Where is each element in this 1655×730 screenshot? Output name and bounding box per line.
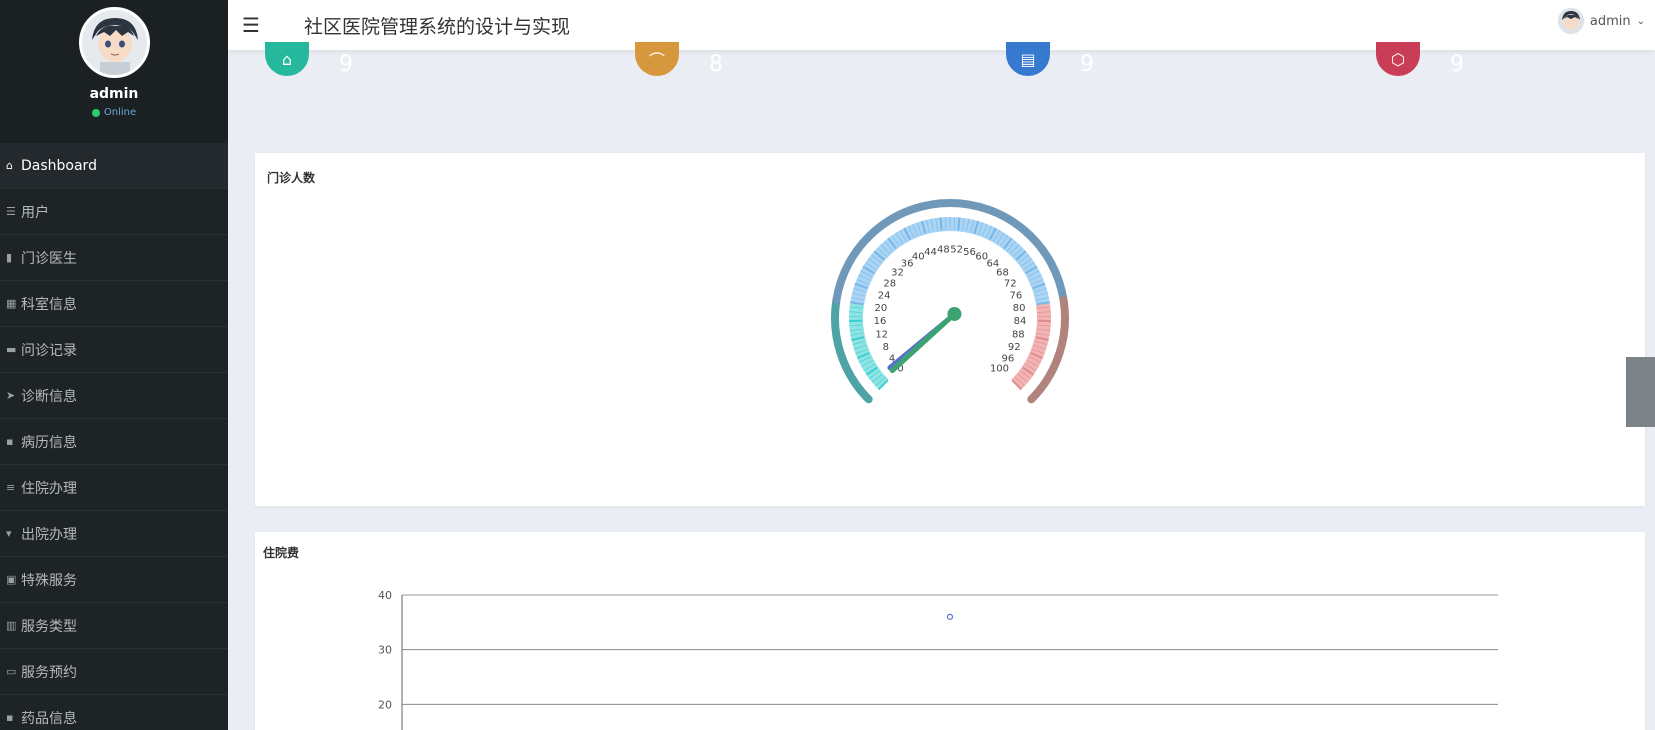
send-icon: ➤ (6, 389, 16, 402)
sidebar-item-1[interactable]: ☰ 用户 (0, 189, 228, 235)
y-tick-label: 20 (378, 698, 392, 711)
sidebar-item-6[interactable]: ▪ 病历信息 (0, 419, 228, 465)
gauge-tick-label: 48 (937, 244, 950, 255)
outpatient-gauge: 0481216202428323640 44 48 52 56 6064687276808… (831, 199, 1069, 404)
clipboard-icon: ▣ (6, 573, 17, 586)
box-icon: ⬡ (1376, 42, 1420, 76)
list-icon: ≡ (6, 481, 16, 494)
sidebar-item-4[interactable]: ▬ 问诊记录 (0, 327, 228, 373)
sidebar-item-label: 用户 (21, 204, 49, 221)
topbar-username[interactable]: admin (1590, 14, 1631, 29)
book-icon: ▮ (6, 251, 13, 264)
sidebar-item-5[interactable]: ➤ 诊断信息 (0, 373, 228, 419)
stat-card-value: 9 (1450, 52, 1464, 77)
user-icon: ⌒ (635, 42, 679, 76)
sidebar-item-label: 诊断信息 (21, 388, 77, 405)
hospitalization-fee-chart: 20 30 40 (378, 589, 1498, 730)
bar-chart-icon: ▥ (6, 619, 17, 632)
gauge-tick-label: 44 (924, 247, 937, 258)
y-tick-label: 30 (378, 644, 392, 657)
online-status: Online (0, 107, 228, 118)
monitor-icon: ▭ (6, 665, 17, 678)
bell-icon: ⌂ (265, 42, 309, 76)
stat-card-value: 8 (709, 52, 723, 77)
sidebar-item-label: 门诊医生 (21, 250, 77, 267)
gauge-tick-label: 84 (1014, 316, 1027, 327)
apps-icon: ▪ (6, 711, 14, 724)
gauge-tick-label: 80 (1013, 303, 1026, 314)
online-status-label: Online (103, 107, 137, 118)
top-bar: ☰ 社区医院管理系统的设计与实现 admin ⌄ (228, 0, 1655, 50)
sidebar-item-7[interactable]: ≡ 住院办理 (0, 465, 228, 511)
chevron-down-icon[interactable]: ⌄ (1637, 16, 1645, 27)
stat-card-2[interactable]: ⌒ 8 (625, 42, 875, 114)
stat-card-1[interactable]: ⌂ 9 (255, 42, 505, 114)
sidebar-item-10[interactable]: ▥ 服务类型 (0, 603, 228, 649)
sidebar-item-label: Dashboard (21, 157, 97, 174)
gauge-tick-label: 28 (883, 278, 896, 289)
sidebar-item-2[interactable]: ▮ 门诊医生 (0, 235, 228, 281)
gauge-tick-label: 8 (883, 342, 889, 353)
sidebar-item-label: 特殊服务 (21, 572, 77, 589)
online-dot-icon (91, 108, 100, 117)
outpatient-panel: 门诊人数 0 4 8 12 16 20 24 28 32 36 40 44 48 52 56 60 64 68 72… (255, 153, 1645, 621)
sidebar-item-label: 服务预约 (21, 664, 77, 681)
hospitalization-fee-panel: 住院费 20 30 40 (255, 532, 1645, 730)
sidebar-item-label: 问诊记录 (21, 342, 77, 359)
sidebar-menu: ⌂ Dashboard ☰ 用户 ▮ 门诊医生 ▦ 科室信息 ▬ 问诊记录 ➤ 诊断信息 ▪ 病历信息 ≡ 住… (0, 143, 228, 730)
y-tick-label: 40 (378, 589, 392, 602)
sidebar-item-8[interactable]: ▾ 出院办理 (0, 511, 228, 557)
gauge-tick-label: 12 (875, 329, 888, 340)
sidebar-item-0[interactable]: ⌂ Dashboard (0, 143, 228, 189)
gauge-tick-label: 24 (878, 290, 891, 301)
gauge-tick-label: 72 (1004, 278, 1017, 289)
gauge-tick-label: 56 (963, 247, 976, 258)
gauge-tick-label: 52 (950, 244, 963, 255)
topbar-avatar[interactable] (1557, 8, 1584, 34)
menu-toggle-icon[interactable]: ☰ (242, 13, 282, 37)
gauge-pointer (889, 311, 957, 373)
gauge-tick-label: 88 (1012, 329, 1025, 340)
gauge-tick-label: 40 (912, 252, 925, 263)
stat-card-value: 9 (1080, 52, 1094, 77)
grid-icon: ▦ (6, 297, 17, 310)
sidebar-item-3[interactable]: ▦ 科室信息 (0, 281, 228, 327)
gauge-tick-label: 68 (996, 268, 1009, 279)
data-point (946, 613, 954, 620)
sliders-icon: ☰ (6, 205, 16, 218)
sidebar-item-label: 科室信息 (21, 296, 77, 313)
stat-card-3[interactable]: ▤ 9 (996, 42, 1246, 114)
app-title: 社区医院管理系统的设计与实现 (304, 15, 571, 38)
profile-block: admin Online (0, 0, 228, 143)
stat-card-value: 9 (339, 52, 353, 77)
home-icon: ⌂ (6, 159, 13, 172)
side-drawer-tab[interactable] (1626, 357, 1655, 427)
sidebar-item-label: 药品信息 (21, 710, 77, 727)
sidebar-username: admin (89, 86, 139, 102)
sidebar-item-12[interactable]: ▪ 药品信息 (0, 695, 228, 730)
gauge-tick-label: 20 (874, 303, 887, 314)
sidebar: admin Online ⌂ Dashboard ☰ 用户 ▮ 门诊医生 ▦ 科室信息 ▬ 问诊记… (0, 0, 228, 730)
sidebar-item-label: 出院办理 (21, 526, 77, 543)
user-avatar[interactable] (78, 7, 150, 78)
stat-card-4[interactable]: ⬡ 9 (1366, 42, 1616, 114)
briefcase-icon: ▬ (6, 343, 17, 356)
gauge-tick (939, 217, 943, 231)
gauge-tick-label: 76 (1009, 290, 1022, 301)
user-menu[interactable]: admin ⌄ (1557, 8, 1645, 34)
sidebar-item-label: 住院办理 (21, 480, 77, 497)
tag-icon: ▾ (6, 527, 12, 540)
sidebar-item-label: 服务类型 (21, 618, 77, 635)
document-icon: ▤ (1006, 42, 1050, 76)
apps-icon: ▪ (6, 435, 14, 448)
gauge-tick-label: 92 (1008, 342, 1021, 353)
gauge-tick-label: 100 (990, 363, 1009, 374)
gauge-tick-label: 16 (874, 316, 887, 327)
gauge-pointer-hub (947, 306, 962, 321)
sidebar-item-11[interactable]: ▭ 服务预约 (0, 649, 228, 695)
sidebar-item-label: 病历信息 (21, 434, 77, 451)
sidebar-item-9[interactable]: ▣ 特殊服务 (0, 557, 228, 603)
gauge-tick (957, 217, 961, 231)
